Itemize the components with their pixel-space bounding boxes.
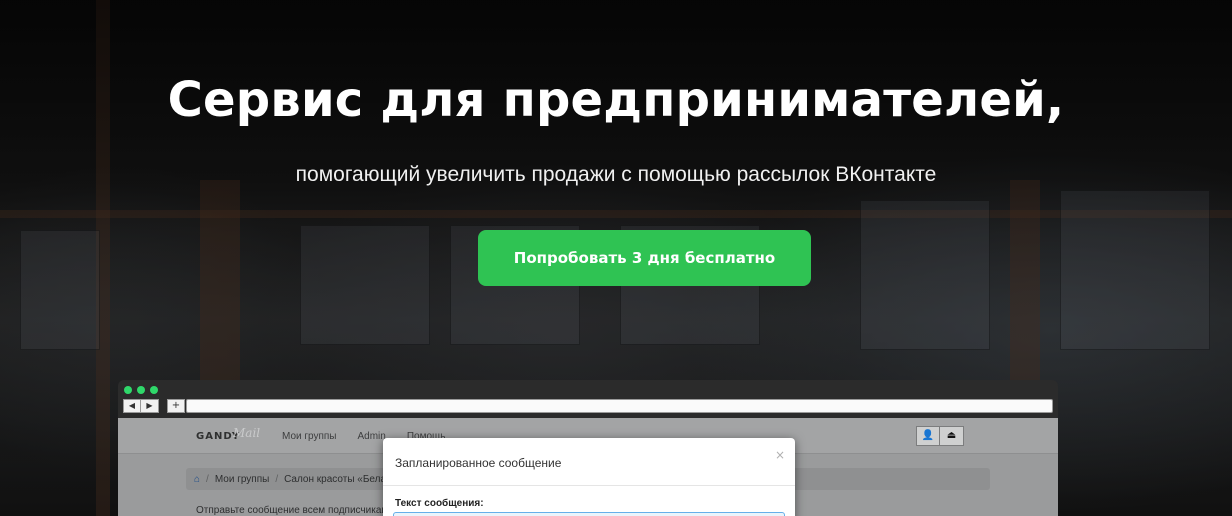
scheduled-message-modal: Запланированное сообщение × Текст сообще… xyxy=(383,438,795,516)
hero-title: Сервис для предпринимателей, xyxy=(167,72,1065,128)
account-icons: 👤 ⏏ xyxy=(916,426,964,446)
breadcrumb-my-groups[interactable]: Мои группы xyxy=(215,474,269,485)
logout-icon[interactable]: ⏏ xyxy=(940,426,964,446)
browser-nav: ◀ ▶ xyxy=(123,399,159,413)
window-dot-icon xyxy=(124,386,132,394)
message-text-label: Текст сообщения: xyxy=(395,498,484,509)
close-icon[interactable]: × xyxy=(775,448,785,462)
message-text-field[interactable] xyxy=(393,512,785,516)
back-arrow-icon[interactable]: ◀ xyxy=(123,399,141,413)
home-icon[interactable]: ⌂ xyxy=(194,474,200,485)
new-tab-icon[interactable]: + xyxy=(167,399,185,413)
modal-header: Запланированное сообщение × xyxy=(383,438,795,486)
modal-title: Запланированное сообщение xyxy=(395,456,562,470)
breadcrumb-separator: / xyxy=(206,473,209,485)
nav-my-groups[interactable]: Мои группы xyxy=(282,431,336,442)
hero-subtitle: помогающий увеличить продажи с помощью р… xyxy=(295,163,937,186)
app-logo-script: Mail xyxy=(233,426,261,440)
breadcrumb-group[interactable]: Салон красоты «Бела xyxy=(284,474,386,485)
user-icon[interactable]: 👤 xyxy=(916,426,940,446)
try-free-button[interactable]: Попробовать 3 дня бесплатно xyxy=(478,230,811,286)
window-dot-icon xyxy=(137,386,145,394)
window-dot-icon xyxy=(150,386,158,394)
nav-admin[interactable]: Admin xyxy=(357,431,385,442)
breadcrumb-separator: / xyxy=(275,473,279,485)
instruction-text: Отправьте сообщение всем подписчикам xyxy=(196,505,389,516)
address-bar[interactable] xyxy=(186,399,1053,413)
forward-arrow-icon[interactable]: ▶ xyxy=(141,399,159,413)
